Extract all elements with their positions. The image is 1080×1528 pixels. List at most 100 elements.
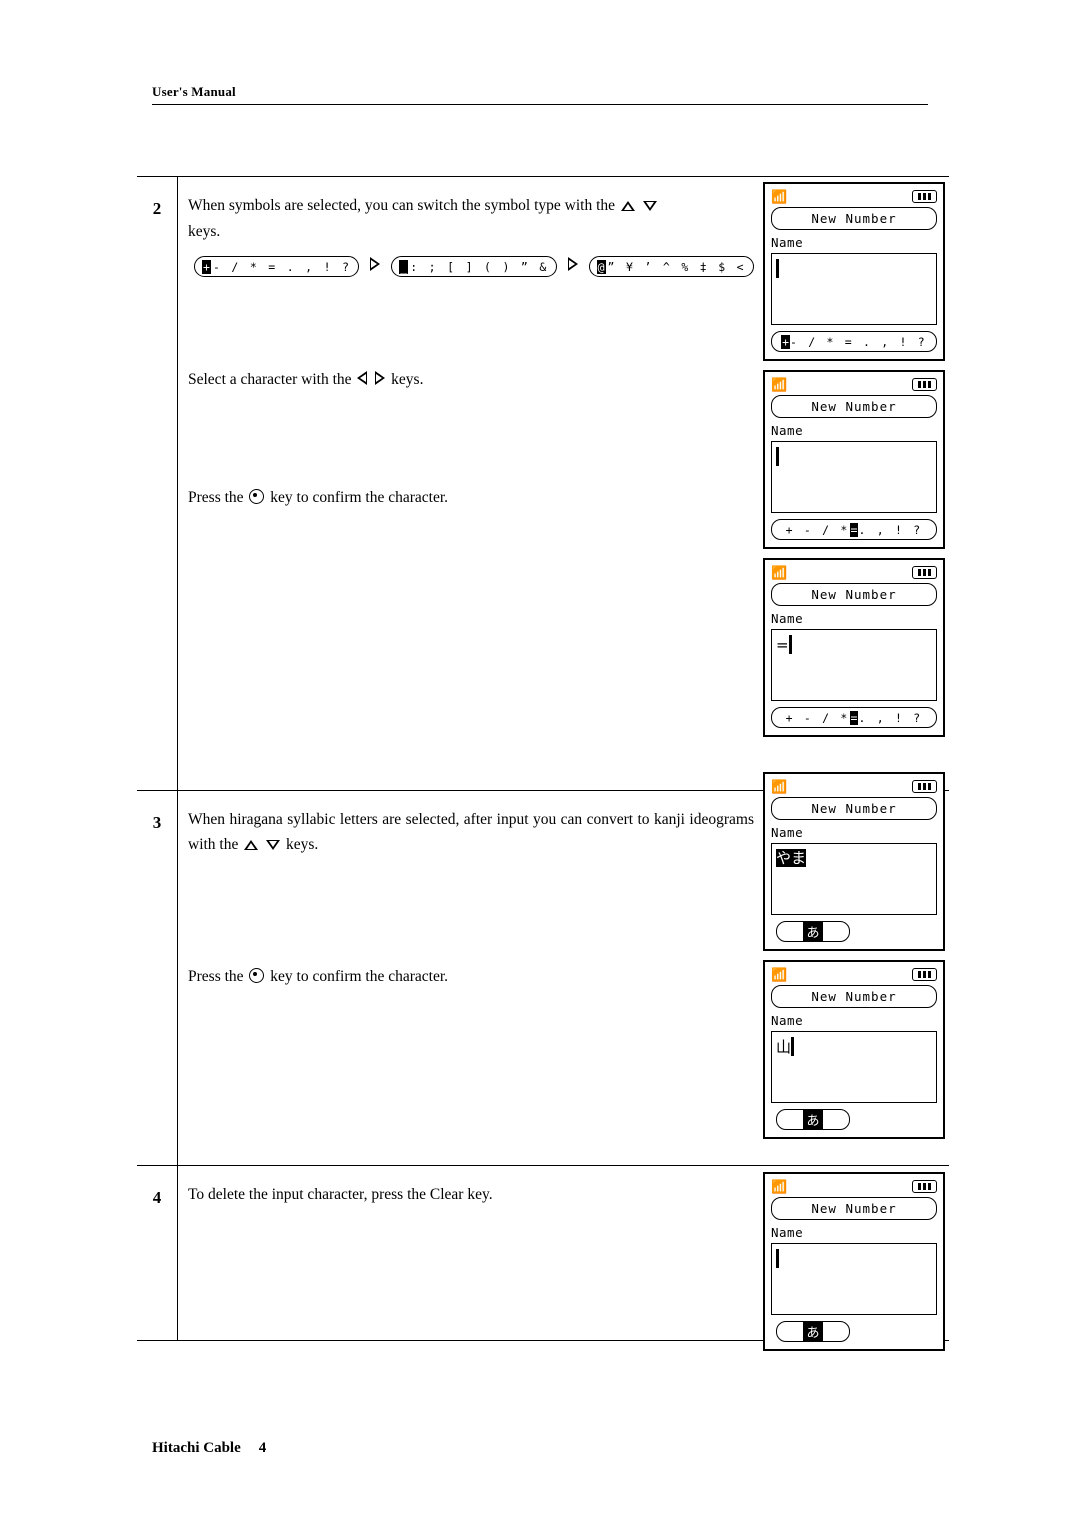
battery-icon xyxy=(912,190,937,203)
text-caret xyxy=(776,447,779,466)
symbol-palette-3: @” ¥ ’ ^ % ‡ $ < xyxy=(588,256,754,277)
phone-field-label: Name xyxy=(771,611,804,626)
down-arrow-key-icon xyxy=(642,194,657,219)
phone-screen-symbol-palette: 📶 New Number Name + - / * = . , ! ? xyxy=(763,182,945,361)
phone-text-area[interactable] xyxy=(771,253,937,325)
phone-screen-kanji-confirmed: 📶 New Number Name 山 あ xyxy=(763,960,945,1139)
center-select-key-icon xyxy=(249,489,265,504)
step-2-text-c-pre: Press the xyxy=(188,489,244,506)
phone-text-area[interactable] xyxy=(771,441,937,513)
step-2-text-b-post: keys. xyxy=(391,371,424,388)
phone-status-bar: 📶 xyxy=(771,966,937,983)
soft-symbol-rest: - / * = . , ! ? xyxy=(790,334,927,349)
up-arrow-key-icon xyxy=(620,194,635,219)
palette-arrow-icon-2 xyxy=(567,257,578,276)
signal-strength-icon: 📶 xyxy=(771,377,788,393)
text-caret xyxy=(776,259,779,278)
step-4-instruction: To delete the input character, press the… xyxy=(188,1182,754,1207)
battery-icon xyxy=(912,780,937,793)
palette-arrow-icon-1 xyxy=(370,257,381,276)
symbol-palette-1-selected: + xyxy=(202,259,211,274)
battery-icon xyxy=(912,968,937,981)
phone-text-area[interactable]: やま xyxy=(771,843,937,915)
phone-screen-select-character: 📶 New Number Name + - / * =. , ! ? xyxy=(763,370,945,549)
symbol-palette-2-selected: _ xyxy=(399,259,409,274)
phone-soft-symbol-bar[interactable]: + - / * =. , ! ? xyxy=(771,707,937,728)
phone-status-bar: 📶 xyxy=(771,376,937,393)
phone-title-bar: New Number xyxy=(771,207,937,230)
phone-soft-symbol-bar[interactable]: + - / * =. , ! ? xyxy=(771,519,937,540)
battery-icon xyxy=(912,378,937,391)
step-2-text-b-pre: Select a character with the xyxy=(188,371,352,388)
phone-status-bar: 📶 xyxy=(771,564,937,581)
phone-text-area[interactable] xyxy=(771,1243,937,1315)
phone-field-label: Name xyxy=(771,423,804,438)
kana-mode-label: あ xyxy=(803,1110,823,1129)
soft-symbol-selected: = xyxy=(849,710,859,725)
signal-strength-icon: 📶 xyxy=(771,189,788,205)
page-header-title: User's Manual xyxy=(152,84,236,99)
phone-text-value: = xyxy=(776,636,789,654)
step-3-text-c-post: key to confirm the character. xyxy=(270,968,449,985)
page-header-rule xyxy=(152,104,928,105)
up-arrow-key-icon xyxy=(244,833,259,858)
step-2-text-c-post: key to confirm the character. xyxy=(270,489,449,506)
phone-title-bar: New Number xyxy=(771,985,937,1008)
signal-strength-icon: 📶 xyxy=(771,565,788,581)
step-2-instruction-b: Select a character with the keys. xyxy=(188,367,754,393)
text-caret xyxy=(776,1249,779,1268)
phone-text-value: やま xyxy=(776,849,807,867)
symbol-palette-1-rest: - / * = . , ! ? xyxy=(212,259,352,274)
step-2-text-a: When symbols are selected, you can switc… xyxy=(188,197,616,214)
phone-field-label: Name xyxy=(771,235,804,250)
text-caret xyxy=(788,635,792,654)
soft-symbol-selected: + xyxy=(781,334,791,349)
phone-soft-symbol-bar[interactable]: + - / * = . , ! ? xyxy=(771,331,937,352)
phone-input-mode-indicator[interactable]: あ xyxy=(776,1321,850,1342)
battery-icon xyxy=(912,566,937,579)
phone-title-bar: New Number xyxy=(771,395,937,418)
symbol-palette-1: + - / * = . , ! ? xyxy=(194,256,360,277)
phone-status-bar: 📶 xyxy=(771,778,937,795)
step-3-instruction: When hiragana syllabic letters are selec… xyxy=(188,807,754,858)
phone-text-area[interactable]: 山 xyxy=(771,1031,937,1103)
step-2-instruction-c: Press the key to confirm the character. xyxy=(188,485,754,510)
phone-screen-cleared: 📶 New Number Name あ xyxy=(763,1172,945,1351)
center-select-key-icon xyxy=(249,968,265,983)
step-number: 4 xyxy=(137,1166,178,1340)
page-header: User's Manual xyxy=(152,84,928,105)
phone-text-value: 山 xyxy=(776,1038,792,1056)
symbol-palette-3-selected: @ xyxy=(596,259,606,274)
battery-icon xyxy=(912,1180,937,1193)
phone-input-mode-indicator[interactable]: あ xyxy=(776,1109,850,1130)
right-arrow-key-icon xyxy=(375,368,386,393)
page-footer: Hitachi Cable 4 xyxy=(152,1440,266,1457)
phone-title-bar: New Number xyxy=(771,1197,937,1220)
kana-mode-label: あ xyxy=(803,922,823,941)
text-caret xyxy=(791,1037,795,1056)
phone-screen-hiragana-input: 📶 New Number Name やま あ xyxy=(763,772,945,951)
phone-screen-character-confirmed: 📶 New Number Name = + - / * =. , ! ? xyxy=(763,558,945,737)
kana-mode-label: あ xyxy=(803,1322,823,1341)
step-3-text-c-pre: Press the xyxy=(188,968,244,985)
soft-symbol-post: . , ! ? xyxy=(858,522,923,537)
phone-field-label: Name xyxy=(771,1013,804,1028)
footer-page-number: 4 xyxy=(258,1440,267,1456)
symbol-palette-2: _: ; [ ] ( ) ” & xyxy=(391,256,557,277)
phone-input-mode-indicator[interactable]: あ xyxy=(776,921,850,942)
symbol-palette-2-rest: : ; [ ] ( ) ” & xyxy=(410,259,549,274)
signal-strength-icon: 📶 xyxy=(771,967,788,983)
step-3-text-a-tail: keys. xyxy=(286,836,319,853)
soft-symbol-pre: + - / * xyxy=(785,710,850,725)
phone-text-area[interactable]: = xyxy=(771,629,937,701)
step-2-instruction: When symbols are selected, you can switc… xyxy=(188,193,754,244)
left-arrow-key-icon xyxy=(357,368,368,393)
soft-symbol-post: . , ! ? xyxy=(858,710,923,725)
soft-symbol-selected: = xyxy=(849,522,859,537)
phone-status-bar: 📶 xyxy=(771,1178,937,1195)
step-2-text-a-tail: keys. xyxy=(188,223,221,240)
down-arrow-key-icon xyxy=(266,833,281,858)
phone-title-bar: New Number xyxy=(771,583,937,606)
phone-status-bar: 📶 xyxy=(771,188,937,205)
phone-field-label: Name xyxy=(771,1225,804,1240)
